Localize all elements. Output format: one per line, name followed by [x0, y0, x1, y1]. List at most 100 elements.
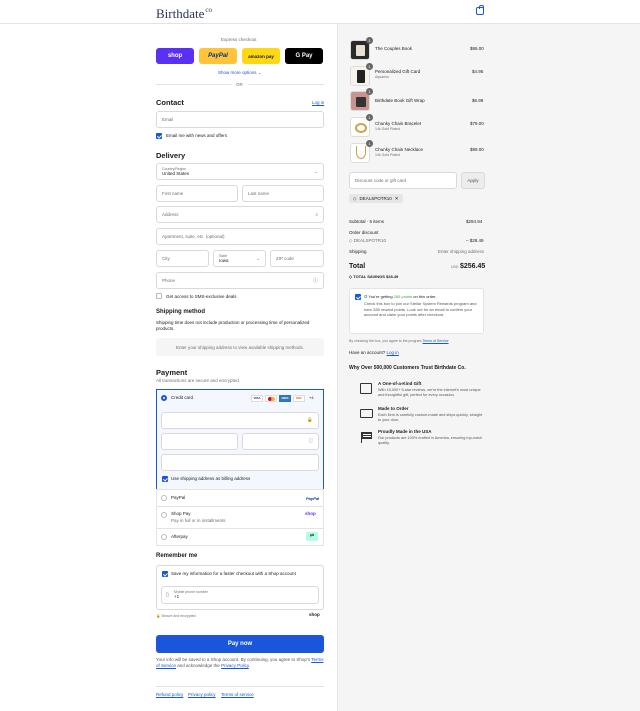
rewards-login-link[interactable]: Log in [387, 350, 399, 355]
flag-icon [361, 432, 372, 443]
google-pay-button[interactable]: G Pay [285, 48, 323, 64]
discount-code-field[interactable]: Discount code or gift card [349, 172, 457, 189]
login-link[interactable]: Log in [312, 100, 324, 105]
shop-pay-radio[interactable] [161, 512, 167, 518]
afterpay-radio[interactable] [161, 534, 167, 540]
privacy-policy-link[interactable]: Privacy policy [188, 692, 216, 697]
first-name-field[interactable]: First name [156, 185, 238, 202]
last-name-field[interactable]: Last name [242, 185, 324, 202]
card-number-field[interactable]: 🔒 [161, 412, 319, 429]
lock-icon: 🔒 [307, 417, 313, 422]
quantity-badge: 1 [366, 88, 373, 95]
delivery-heading: Delivery [156, 151, 186, 160]
quantity-badge: 1 [366, 140, 373, 147]
paypal-logo: PayPal [306, 496, 320, 501]
privacy-link[interactable]: Privacy Policy [221, 663, 249, 668]
rewards-checkbox[interactable] [355, 294, 361, 300]
item-variant: 14k Gold Plated [375, 127, 400, 131]
divider [248, 84, 324, 85]
more-cards-badge: +4 [309, 395, 314, 400]
trust-title: Why Over 500,000 Customers Trust Birthda… [349, 365, 466, 371]
terms-of-service-link[interactable]: Terms of service [221, 692, 254, 697]
mastercard-icon [265, 395, 277, 402]
name-on-card-field[interactable] [161, 454, 319, 471]
shop-pay-option[interactable]: Shop Pay Pay in full or in installments … [156, 506, 324, 529]
phone-field[interactable]: Phone ⓘ [156, 272, 324, 289]
billing-label: Use shipping address as billing address [171, 476, 251, 481]
zip-field[interactable]: ZIP code [270, 250, 324, 267]
help-icon[interactable]: ⓘ [309, 438, 314, 444]
item-variant: 14k Gold Plated [375, 153, 400, 157]
country-value: United States [162, 171, 190, 176]
brand-logo[interactable]: Birthdateco [156, 6, 212, 22]
email-field[interactable]: Email [156, 111, 324, 128]
paypal-button[interactable]: PayPal [199, 48, 237, 64]
shopping-bag-icon[interactable] [476, 5, 484, 15]
shop-pay-button[interactable]: shop [156, 48, 194, 64]
news-label: Email me with news and offers [166, 133, 227, 138]
header: Birthdateco [0, 0, 640, 24]
close-icon[interactable]: ✕ [395, 196, 399, 202]
visa-icon: VISA [251, 395, 263, 402]
billing-checkbox[interactable] [162, 476, 168, 482]
security-code-field[interactable]: ⓘ [242, 433, 319, 450]
currency: USD [451, 265, 459, 269]
item-name: Chunky Chain Necklace [375, 147, 424, 152]
apartment-field[interactable]: Apartment, suite, etc. (optional) [156, 228, 324, 245]
save-info-checkbox[interactable] [162, 571, 168, 577]
trust-item-body: Each item is carefully custom-made and s… [378, 413, 483, 422]
sms-label: Get access to SMS-exclusive deals [166, 294, 237, 299]
tag-icon: ◇ [349, 274, 353, 279]
quantity-badge: 1 [366, 63, 373, 70]
credit-card-radio[interactable] [161, 395, 167, 401]
trust-item-body: With 15,000+ 5-star reviews, we're the i… [378, 388, 481, 397]
rewards-title: ✪ You're getting 285 points on this orde… [364, 294, 437, 299]
express-checkout-title: Express checkout [221, 37, 257, 42]
shipping-method-heading: Shipping method [156, 309, 205, 315]
trust-item-title: A One-of-a-Kind Gift [378, 381, 422, 386]
secure-note: 🔒 Secure and encrypted [156, 614, 196, 618]
state-select[interactable]: State Iowa ⌄ [213, 250, 266, 267]
order-discount-code: ◇ DEALSPOTR10 [349, 238, 386, 243]
country-select[interactable]: Country/Region United States ⌄ [156, 163, 324, 180]
shipping-value: Enter shipping address [438, 249, 485, 254]
show-more-options-link[interactable]: Show more options ⌄ [218, 70, 262, 76]
quantity-badge: 1 [366, 37, 373, 44]
have-account: Have an account? Log in [349, 350, 399, 355]
credit-card-label: Credit card [171, 395, 194, 400]
paypal-radio[interactable] [161, 495, 167, 501]
pay-now-button[interactable]: Pay now [156, 635, 324, 653]
star-icon: ✪ [364, 294, 368, 299]
shipping-note: Shipping time does not include productio… [156, 320, 310, 331]
rewards-box: ✪ You're getting 285 points on this orde… [349, 288, 484, 334]
apply-button[interactable]: Apply [461, 172, 485, 189]
trust-item-title: Proudly Made in the USA [378, 429, 432, 434]
divider [156, 84, 232, 85]
help-icon[interactable]: ⓘ [313, 277, 318, 284]
phone-icon: ▯ [166, 592, 169, 598]
amazon-pay-button[interactable]: amazon pay [242, 48, 280, 64]
item-price: $6.99 [472, 98, 484, 103]
payment-subtitle: All transactions are secure and encrypte… [156, 378, 241, 383]
news-checkbox[interactable] [156, 133, 162, 139]
shop-pay-label: Shop Pay [171, 511, 191, 516]
phone-prefix: +1 [174, 594, 180, 599]
refund-policy-link[interactable]: Refund policy [156, 692, 183, 697]
afterpay-icon: ⇄ [306, 532, 318, 541]
save-info-label: Save my information for a faster checkou… [171, 571, 296, 576]
rewards-body: Check this box to join our Stellar Syste… [364, 301, 477, 317]
paypal-option[interactable]: PayPal PayPal [156, 489, 324, 507]
discover-icon: DISC [293, 395, 305, 402]
truck-icon [360, 409, 373, 418]
search-icon: ⌕ [315, 212, 318, 217]
credit-card-option[interactable]: Credit card VISA AMEX DISC +4 🔒 ⓘ Use sh… [156, 389, 324, 499]
expiration-field[interactable] [161, 433, 238, 450]
sms-checkbox[interactable] [156, 293, 162, 299]
item-variant: Aquarius [375, 75, 389, 79]
city-field[interactable]: City [156, 250, 209, 267]
address-field[interactable]: Address ⌕ [156, 206, 324, 223]
rewards-terms-link[interactable]: Terms of Service [423, 339, 449, 343]
contact-heading: Contact [156, 98, 184, 107]
afterpay-option[interactable]: Afterpay ⇄ [156, 528, 324, 546]
mobile-phone-field[interactable]: ▯ Mobile phone number +1 [161, 586, 319, 604]
